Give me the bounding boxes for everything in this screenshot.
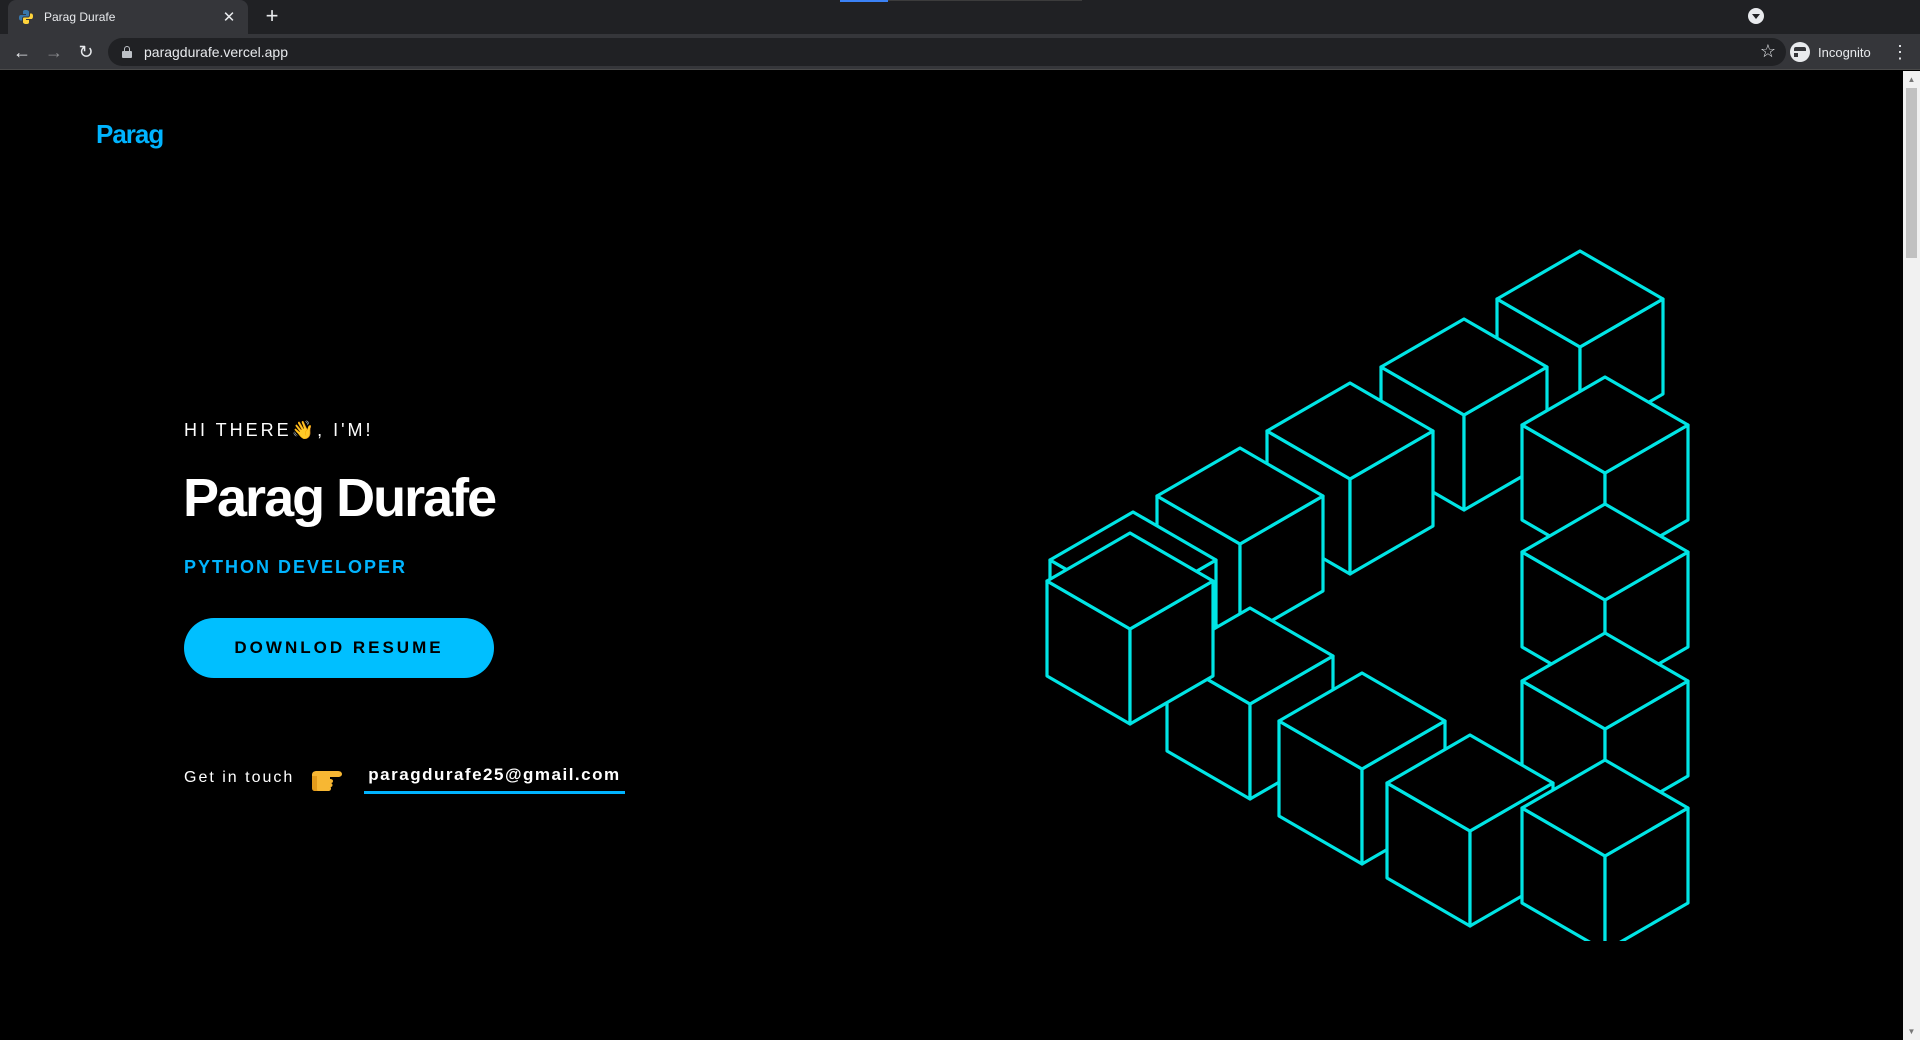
incognito-icon (1790, 42, 1814, 62)
tab-search-icon[interactable] (1748, 8, 1764, 24)
address-bar[interactable]: paragdurafe.vercel.app ☆ (108, 38, 1786, 66)
new-tab-button[interactable]: + (260, 5, 284, 29)
download-resume-button[interactable]: DOWNLOD RESUME (184, 618, 494, 678)
incognito-profile[interactable]: Incognito (1790, 39, 1871, 65)
contact-row: Get in touch paragdurafe25@gmail.com (184, 761, 625, 794)
site-logo[interactable]: Parag (96, 119, 164, 150)
scroll-thumb[interactable] (1906, 88, 1917, 258)
scroll-up-arrow-icon[interactable]: ▲ (1903, 71, 1920, 88)
pointing-hand-icon (312, 770, 343, 791)
url-text[interactable]: paragdurafe.vercel.app (144, 44, 288, 60)
forward-button[interactable]: → (42, 40, 66, 64)
browser-toolbar: ← → ↻ paragdurafe.vercel.app ☆ Incognito… (0, 34, 1920, 70)
browser-tab[interactable]: Parag Durafe ✕ (8, 0, 248, 34)
hero-greeting: HI THERE👋, I'M! (184, 420, 374, 440)
hero-name: Parag Durafe (183, 468, 497, 528)
close-icon[interactable]: ✕ (220, 8, 238, 26)
bookmark-star-icon[interactable]: ☆ (1760, 41, 1776, 62)
loading-track (888, 0, 1082, 1)
lock-icon[interactable] (122, 46, 132, 58)
page-scrollbar[interactable]: ▲ ▼ (1903, 71, 1920, 1040)
python-icon (19, 10, 33, 24)
loading-indicator (840, 0, 888, 2)
scroll-down-arrow-icon[interactable]: ▼ (1903, 1023, 1920, 1040)
hero-role: PYTHON DEVELOPER (184, 557, 408, 577)
reload-button[interactable]: ↻ (74, 40, 98, 64)
get-in-touch-label: Get in touch (184, 768, 295, 786)
email-link[interactable]: paragdurafe25@gmail.com (364, 761, 625, 794)
tab-bar: Parag Durafe ✕ + (0, 0, 1920, 34)
back-button[interactable]: ← (10, 40, 34, 64)
page-content: Parag HI THERE👋, I'M! Parag Durafe PYTHO… (0, 71, 1903, 1040)
tab-title: Parag Durafe (44, 10, 116, 24)
browser-menu-button[interactable]: ⋮ (1888, 40, 1912, 64)
profile-label: Incognito (1818, 44, 1871, 60)
impossible-triangle-cubes-illustration (1045, 249, 1690, 941)
